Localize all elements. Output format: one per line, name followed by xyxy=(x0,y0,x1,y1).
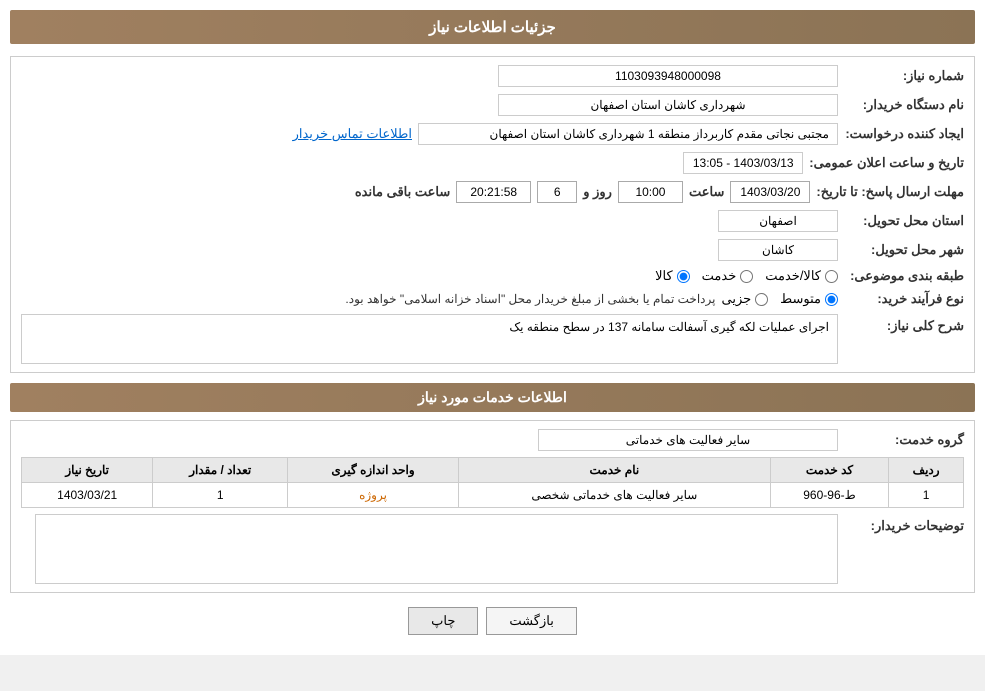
deadline-remain-value: 20:21:58 xyxy=(456,181,531,203)
city-row: شهر محل تحویل: کاشان xyxy=(21,239,964,261)
need-desc-label: شرح کلی نیاز: xyxy=(844,314,964,334)
need-desc-value: اجرای عملیات لکه گیری آسفالت سامانه 137 … xyxy=(21,314,838,364)
province-value: اصفهان xyxy=(718,210,838,232)
need-number-row: شماره نیاز: 1103093948000098 xyxy=(21,65,964,87)
main-info-section: شماره نیاز: 1103093948000098 نام دستگاه … xyxy=(10,56,975,373)
col-row: ردیف xyxy=(889,458,964,483)
purchase-radio-group: متوسط جزیی xyxy=(721,291,838,307)
table-row: 1ط-96-960سایر فعالیت های خدماتی شخصیپروژ… xyxy=(22,483,964,508)
category-radio-kala[interactable] xyxy=(677,270,690,283)
category-option-kala[interactable]: کالا xyxy=(655,268,690,284)
announce-row: تاریخ و ساعت اعلان عمومی: 1403/03/13 - 1… xyxy=(21,152,964,174)
service-group-value: سایر فعالیت های خدماتی xyxy=(538,429,838,451)
category-label-kala: کالا xyxy=(655,268,673,284)
service-group-row: گروه خدمت: سایر فعالیت های خدماتی xyxy=(21,429,964,451)
category-option-khedmat[interactable]: خدمت xyxy=(702,268,754,284)
buyer-desc-textarea[interactable] xyxy=(35,514,838,584)
category-option-kala-khedmat[interactable]: کالا/خدمت xyxy=(765,268,838,284)
need-number-value: 1103093948000098 xyxy=(498,65,838,87)
page-title: جزئیات اطلاعات نیاز xyxy=(10,10,975,44)
purchase-type-row: نوع فرآیند خرید: متوسط جزیی پرداخت تمام … xyxy=(21,291,964,307)
col-name: نام خدمت xyxy=(458,458,770,483)
cell-name: سایر فعالیت های خدماتی شخصی xyxy=(458,483,770,508)
footer-buttons: بازگشت چاپ xyxy=(10,607,975,635)
city-label: شهر محل تحویل: xyxy=(844,242,964,258)
creator-value: مجتبی نجاتی مقدم کاربرداز منطقه 1 شهردار… xyxy=(418,123,838,145)
contact-link[interactable]: اطلاعات تماس خریدار xyxy=(293,126,412,142)
buyer-org-row: نام دستگاه خریدار: شهرداری کاشان استان ا… xyxy=(21,94,964,116)
purchase-radio-mutavaset[interactable] xyxy=(825,293,838,306)
cell-quantity: 1 xyxy=(153,483,288,508)
buyer-desc-label: توضیحات خریدار: xyxy=(844,514,964,534)
services-table: ردیف کد خدمت نام خدمت واحد اندازه گیری ت… xyxy=(21,457,964,508)
back-button[interactable]: بازگشت xyxy=(486,607,576,635)
services-section-title: اطلاعات خدمات مورد نیاز xyxy=(10,383,975,412)
buyer-org-value: شهرداری کاشان استان اصفهان xyxy=(498,94,838,116)
province-label: استان محل تحویل: xyxy=(844,213,964,229)
purchase-type-label: نوع فرآیند خرید: xyxy=(844,291,964,307)
purchase-option-mutavaset[interactable]: متوسط xyxy=(780,291,838,307)
city-value: کاشان xyxy=(718,239,838,261)
col-qty: تعداد / مقدار xyxy=(153,458,288,483)
service-group-label: گروه خدمت: xyxy=(844,432,964,448)
deadline-time-label: ساعت xyxy=(689,184,724,200)
deadline-days-label: روز و xyxy=(583,184,612,200)
deadline-time-value: 10:00 xyxy=(618,181,683,203)
need-desc-row: شرح کلی نیاز: اجرای عملیات لکه گیری آسفا… xyxy=(21,314,964,364)
province-row: استان محل تحویل: اصفهان xyxy=(21,210,964,232)
announce-value: 1403/03/13 - 13:05 xyxy=(683,152,803,174)
cell-row: 1 xyxy=(889,483,964,508)
purchase-note: پرداخت تمام یا بخشی از مبلغ خریدار محل "… xyxy=(345,292,715,306)
category-label-khedmat: خدمت xyxy=(702,268,737,284)
category-row: طبقه بندی موضوعی: کالا/خدمت خدمت کالا xyxy=(21,268,964,284)
need-number-label: شماره نیاز: xyxy=(844,68,964,84)
category-label: طبقه بندی موضوعی: xyxy=(844,268,964,284)
deadline-row: مهلت ارسال پاسخ: تا تاریخ: 1403/03/20 سا… xyxy=(21,181,964,203)
cell-code: ط-96-960 xyxy=(770,483,888,508)
deadline-label: مهلت ارسال پاسخ: تا تاریخ: xyxy=(816,184,964,200)
deadline-days-value: 6 xyxy=(537,181,577,203)
category-radio-khedmat[interactable] xyxy=(740,270,753,283)
purchase-label-jozyi: جزیی xyxy=(721,291,751,307)
cell-unit: پروژه xyxy=(288,483,459,508)
buyer-org-label: نام دستگاه خریدار: xyxy=(844,97,964,113)
cell-date: 1403/03/21 xyxy=(22,483,153,508)
category-label-kala-khedmat: کالا/خدمت xyxy=(765,268,821,284)
purchase-option-jozyi[interactable]: جزیی xyxy=(721,291,768,307)
col-code: کد خدمت xyxy=(770,458,888,483)
buyer-desc-row: توضیحات خریدار: xyxy=(21,514,964,584)
print-button[interactable]: چاپ xyxy=(408,607,478,635)
category-radio-group: کالا/خدمت خدمت کالا xyxy=(655,268,838,284)
announce-label: تاریخ و ساعت اعلان عمومی: xyxy=(809,155,964,171)
deadline-remain-label: ساعت باقی مانده xyxy=(355,184,450,200)
creator-label: ایجاد کننده درخواست: xyxy=(844,126,964,142)
category-radio-kala-khedmat[interactable] xyxy=(825,270,838,283)
purchase-label-mutavaset: متوسط xyxy=(780,291,821,307)
creator-row: ایجاد کننده درخواست: مجتبی نجاتی مقدم کا… xyxy=(21,123,964,145)
col-date: تاریخ نیاز xyxy=(22,458,153,483)
purchase-radio-jozyi[interactable] xyxy=(755,293,768,306)
deadline-date: 1403/03/20 xyxy=(730,181,810,203)
services-section: گروه خدمت: سایر فعالیت های خدماتی ردیف ک… xyxy=(10,420,975,593)
col-unit: واحد اندازه گیری xyxy=(288,458,459,483)
